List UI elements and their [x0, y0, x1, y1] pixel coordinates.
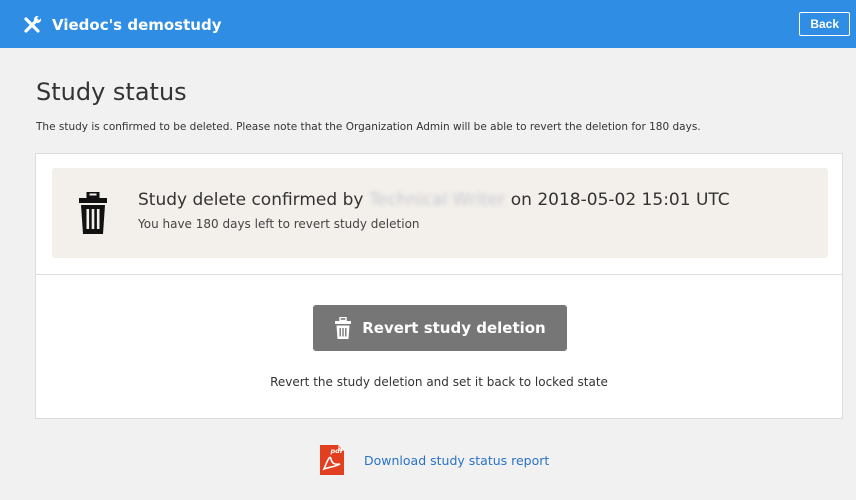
study-title: Viedoc's demostudy: [52, 16, 222, 34]
download-study-status-report-link[interactable]: Download study status report: [364, 453, 549, 468]
confirmed-by-user: Technical Writer: [369, 190, 505, 210]
days-left-text: You have 180 days left to revert study d…: [138, 217, 420, 231]
panel-divider: [36, 274, 842, 275]
tools-icon: [24, 15, 42, 33]
top-navigation-bar: Viedoc's demostudy Back: [0, 0, 856, 48]
trash-icon: [79, 192, 107, 234]
confirmed-by-prefix: Study delete confirmed by: [138, 190, 364, 210]
revert-study-deletion-button[interactable]: Revert study deletion: [313, 305, 567, 351]
study-status-panel: Study delete confirmed by Technical Write…: [35, 153, 843, 419]
deletion-confirmation-text: Study delete confirmed by Technical Write…: [138, 190, 730, 210]
revert-description: Revert the study deletion and set it bac…: [270, 375, 608, 389]
study-brand[interactable]: Viedoc's demostudy: [22, 14, 221, 36]
back-button[interactable]: Back: [799, 12, 850, 36]
download-report[interactable]: pdf Download study status report: [320, 444, 549, 476]
confirmed-on-date: on 2018-05-02 15:01 UTC: [510, 190, 730, 210]
deletion-notice: Study delete confirmed by Technical Write…: [52, 168, 828, 258]
pdf-icon-label: pdf: [330, 447, 344, 455]
page-description: The study is confirmed to be deleted. Pl…: [36, 121, 701, 133]
revert-button-label: Revert study deletion: [362, 319, 546, 337]
trash-icon: [335, 317, 352, 339]
page-title: Study status: [36, 78, 187, 106]
pdf-icon: pdf: [320, 445, 344, 475]
